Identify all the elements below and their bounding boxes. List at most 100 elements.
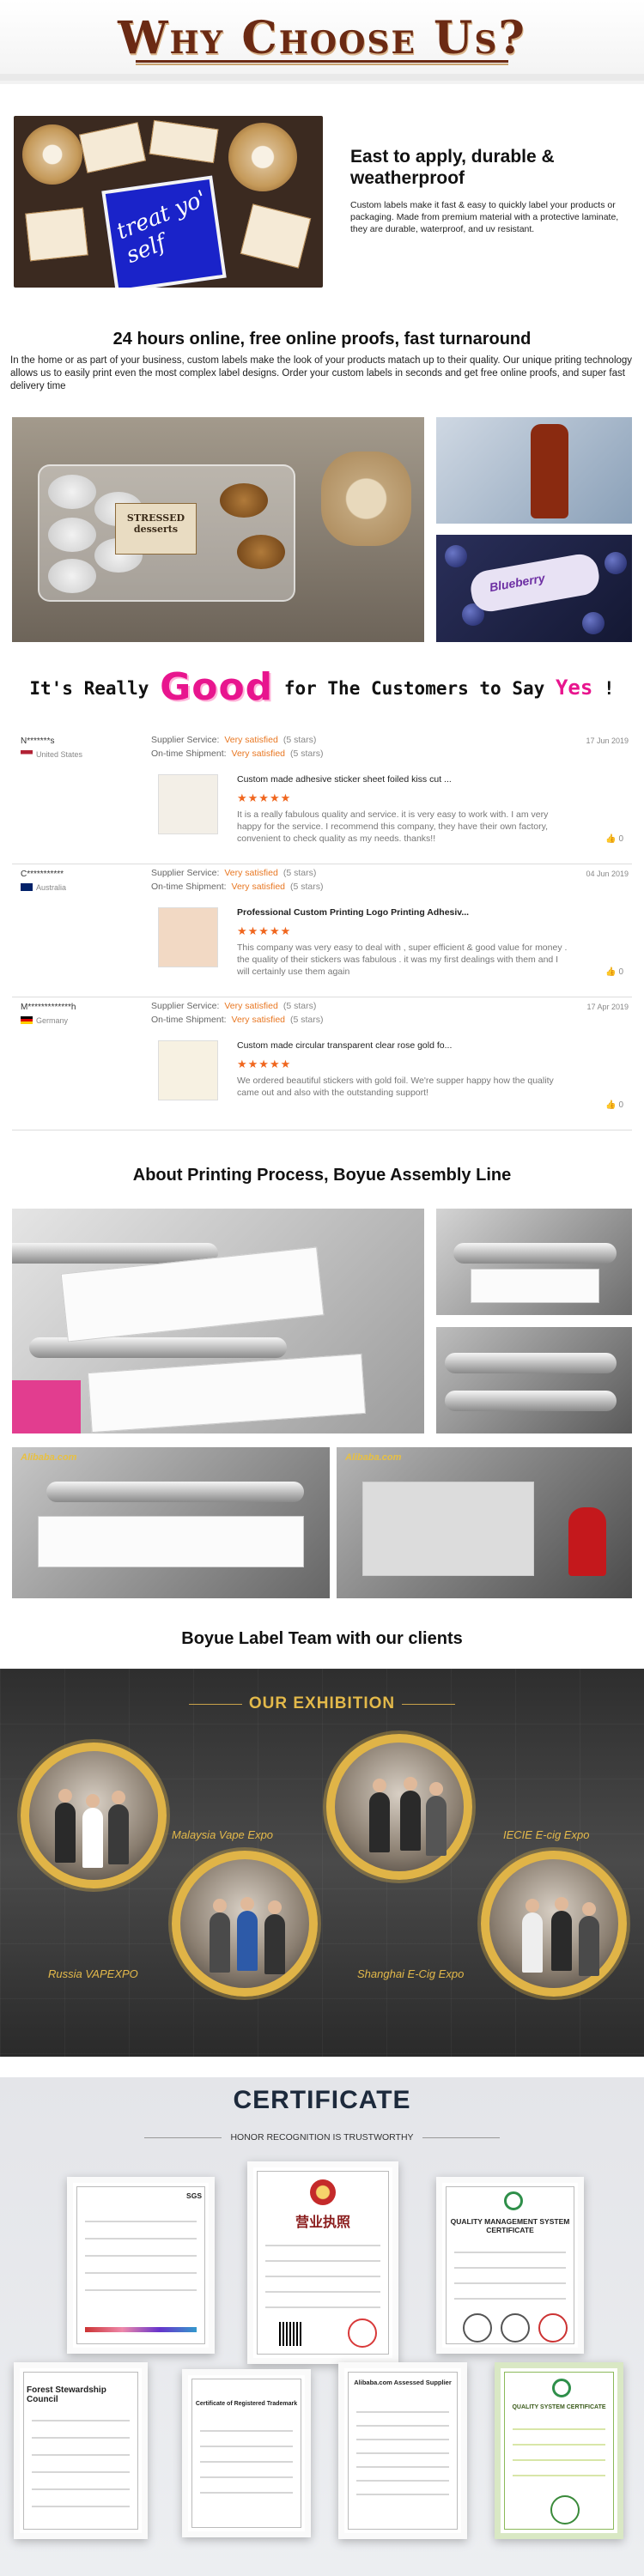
person-image — [210, 1899, 230, 1973]
sgs-certificate[interactable]: SGS — [67, 2177, 215, 2354]
qr-code-icon — [279, 2322, 303, 2346]
fsc-certificate[interactable]: Forest Stewardship Council — [14, 2362, 148, 2539]
certificate-line — [265, 2306, 380, 2308]
certificate-accent — [85, 2327, 197, 2332]
rating-label: Supplier Service: — [151, 735, 220, 745]
certificate-line — [356, 2452, 449, 2454]
product-thumbnail[interactable] — [158, 907, 218, 967]
worker-image — [568, 1507, 606, 1576]
certificate-line — [356, 2466, 449, 2468]
review-card: C*********** Australia Supplier Service:… — [12, 864, 632, 997]
label-roll-image — [22, 124, 82, 185]
blueberry-image — [582, 612, 605, 634]
heading-text: It's Really — [29, 678, 149, 699]
rating-value: Very satisfied — [224, 1001, 278, 1011]
expo-label: Shanghai E-Cig Expo — [357, 1967, 465, 1980]
accreditation-seal-icon — [538, 2313, 568, 2343]
thumbs-up-icon: 👍 — [605, 1100, 619, 1110]
rating-label: Supplier Service: — [151, 1001, 220, 1011]
certificate-heading: Forest Stewardship Council — [27, 2385, 106, 2404]
feature-title: East to apply, durable & weatherproof — [350, 147, 555, 188]
rating-value: Very satisfied — [231, 1015, 285, 1025]
treat-bag-text: treat yo' self — [112, 185, 210, 270]
certificate-subtitle: HONOR RECOGNITION IS TRUSTWORTHY — [0, 2132, 644, 2143]
printing-machine-photo — [12, 1209, 424, 1433]
country-name: Australia — [36, 883, 67, 892]
blueberry-image — [605, 552, 627, 574]
certificate-line — [356, 2411, 449, 2413]
printed-sheet-image — [38, 1516, 304, 1567]
certificate-line — [200, 2476, 293, 2478]
product-thumbnail[interactable] — [158, 774, 218, 834]
alibaba-assessed-certificate[interactable]: Alibaba.com Assessed Supplier — [338, 2362, 467, 2539]
product-link[interactable]: Professional Custom Printing Logo Printi… — [237, 907, 615, 918]
review-text: It is a really fabulous quality and serv… — [237, 809, 549, 844]
certificate-line — [265, 2276, 380, 2277]
person-image — [551, 1897, 572, 1971]
certificate-line — [265, 2291, 380, 2293]
product-link[interactable]: Custom made circular transparent clear r… — [237, 1040, 615, 1051]
certificate-line — [513, 2475, 605, 2476]
certificate-line — [32, 2420, 130, 2421]
accreditation-seal-icon — [501, 2313, 530, 2343]
person-image — [522, 1899, 543, 1973]
quality-system-certificate[interactable]: QUALITY SYSTEM CERTIFICATE — [495, 2362, 623, 2539]
machine-part-image — [12, 1380, 81, 1433]
heading-yes-word: Yes — [555, 676, 593, 700]
rating-stars-text: (5 stars) — [290, 882, 324, 892]
rating-stars-text: (5 stars) — [290, 749, 324, 759]
treat-bag-image: treat yo' self — [101, 175, 227, 288]
certificate-heading: QUALITY MANAGEMENT SYSTEM CERTIFICATE — [450, 2217, 570, 2234]
labels-product-photo: treat yo' self — [14, 116, 323, 288]
laminating-machine-photo — [436, 1327, 632, 1433]
like-button[interactable]: 👍 0 — [605, 834, 623, 844]
sauce-bottle-photo — [436, 417, 632, 524]
business-license-certificate[interactable]: 营业执照 — [247, 2161, 398, 2364]
product-thumbnail[interactable] — [158, 1040, 218, 1100]
red-seal-icon — [348, 2318, 377, 2348]
review-card: M*************h Germany Supplier Service… — [12, 997, 632, 1130]
certificate-line — [200, 2430, 293, 2432]
supplier-service-rating: Supplier Service: Very satisfied (5 stars) — [151, 1001, 316, 1011]
certificate-heading: Certificate of Registered Trademark — [195, 2401, 298, 2407]
like-button[interactable]: 👍 0 — [605, 967, 623, 977]
certificate-title: CERTIFICATE — [233, 2086, 411, 2114]
reviewer-name: C*********** — [21, 870, 64, 879]
person-image — [82, 1794, 103, 1868]
certificate-line — [85, 2221, 197, 2222]
exhibition-title: OUR EXHIBITION — [248, 1694, 396, 1712]
thumbs-up-icon: 👍 — [605, 834, 619, 844]
person-image — [108, 1791, 129, 1864]
product-link[interactable]: Custom made adhesive sticker sheet foile… — [237, 774, 615, 785]
pastry-image — [48, 559, 96, 593]
stressed-label: STRESSED desserts — [115, 503, 197, 555]
section-title: 24 hours online, free online proofs, fas… — [112, 330, 532, 349]
lip-balm-image: Blueberry — [467, 551, 603, 615]
person-image — [400, 1777, 421, 1851]
section-title: About Printing Process, Boyue Assembly L… — [132, 1166, 512, 1185]
reviewer-country: Germany — [21, 1016, 68, 1025]
person-image — [369, 1779, 390, 1852]
like-count: 0 — [618, 967, 623, 977]
quality-management-certificate[interactable]: QUALITY MANAGEMENT SYSTEM CERTIFICATE — [436, 2177, 584, 2354]
rating-label: On-time Shipment: — [151, 749, 227, 759]
blueberry-label-text: Blueberry — [488, 571, 546, 595]
certificate-line — [200, 2461, 293, 2463]
trademark-certificate[interactable]: Certificate of Registered Trademark — [182, 2369, 311, 2537]
rating-label: On-time Shipment: — [151, 882, 227, 892]
roller-image — [445, 1391, 617, 1411]
review-text: We ordered beautiful stickers with gold … — [237, 1076, 554, 1098]
shipment-rating: On-time Shipment: Very satisfied (5 stars) — [151, 882, 324, 892]
certificate-line — [513, 2444, 605, 2446]
certificate-line — [32, 2488, 130, 2490]
screen-printing-photo: Alibaba.com — [337, 1447, 632, 1598]
certificate-line — [85, 2272, 197, 2274]
like-button[interactable]: 👍 0 — [605, 1100, 623, 1110]
reviews-heading: It's Really Good for The Customers to Sa… — [0, 665, 644, 709]
exhibition-banner: OUR EXHIBITION Malaysia Vape Expo IECIE … — [0, 1669, 644, 2057]
germany-flag-icon — [21, 1016, 33, 1024]
rating-stars-text: (5 stars) — [283, 735, 317, 745]
rating-stars-text: (5 stars) — [283, 1001, 317, 1011]
label-tag-image — [25, 207, 88, 262]
supplier-service-rating: Supplier Service: Very satisfied (5 stars) — [151, 735, 316, 745]
